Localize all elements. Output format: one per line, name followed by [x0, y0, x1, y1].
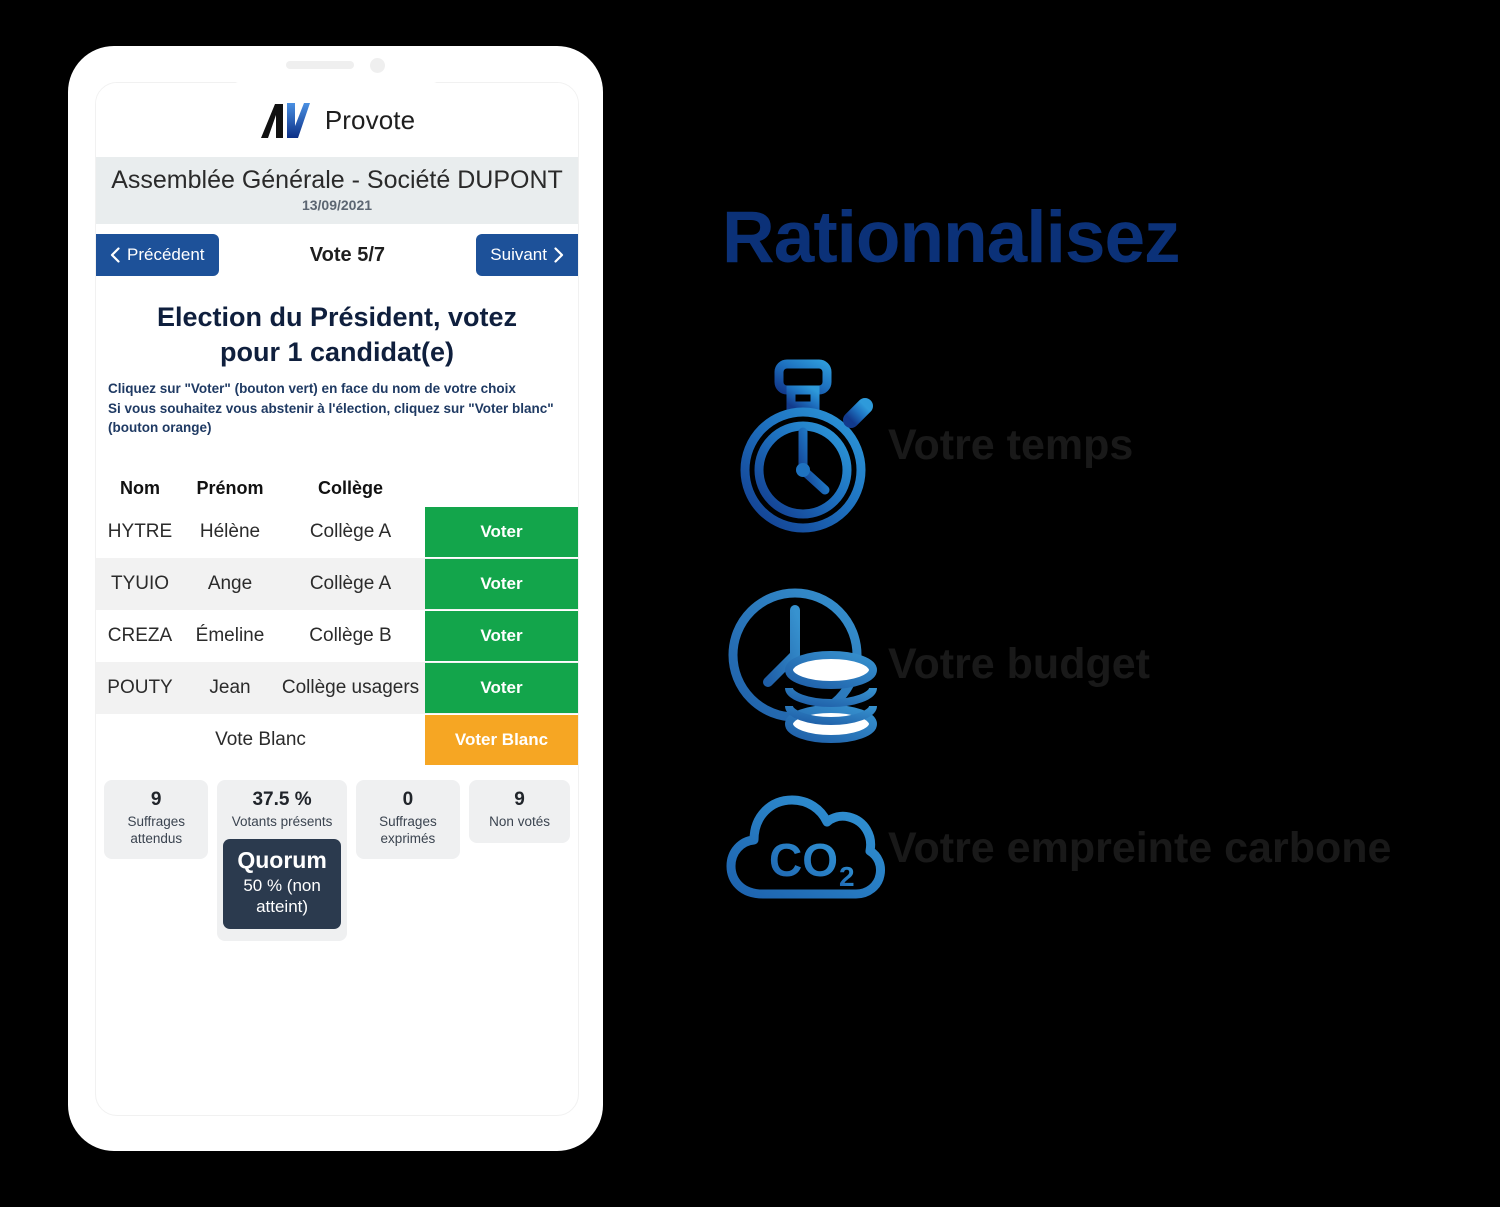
table-header-row: Nom Prénom Collège — [96, 472, 578, 506]
marketing-panel: Rationnalisez Votre temps Votre budget C… — [700, 0, 1500, 1207]
stat-label: Suffrages attendus — [127, 813, 185, 846]
stat-label: Non votés — [489, 813, 550, 829]
candidate-college: Collège A — [309, 572, 392, 594]
vote-button[interactable]: Voter — [425, 506, 578, 557]
blank-vote-row: Vote Blanc Voter Blanc — [96, 714, 578, 766]
quorum-detail: 50 % (non atteint) — [243, 875, 321, 916]
previous-vote-label: Précédent — [127, 245, 205, 264]
candidate-nom: CREZA — [107, 624, 173, 646]
meeting-header: Assemblée Générale - Société DUPONT 13/0… — [96, 157, 578, 224]
chevron-left-icon — [110, 247, 120, 263]
front-camera-icon — [370, 57, 385, 73]
panel-headline: Rationnalisez — [722, 197, 1181, 278]
candidate-prenom: Émeline — [195, 624, 265, 646]
feature-votre-temps: Votre temps — [718, 358, 1133, 533]
column-header-action — [425, 472, 578, 506]
stat-label: Votants présents — [231, 813, 333, 829]
vote-button[interactable]: Voter — [425, 610, 578, 661]
stat-label: Suffrages exprimés — [379, 813, 437, 846]
instruction-line-3: (bouton orange) — [108, 420, 212, 436]
candidate-nom: POUTY — [107, 676, 173, 698]
svg-text:2: 2 — [839, 861, 855, 892]
next-vote-button[interactable]: Suivant — [476, 234, 578, 276]
table-row: CREZA Émeline Collège B Voter — [96, 610, 578, 662]
candidate-nom: TYUIO — [110, 572, 170, 594]
quorum-title: Quorum — [237, 846, 327, 873]
phone-mockup: Provote Assemblée Générale - Société DUP… — [68, 46, 603, 1151]
stat-value: 9 — [514, 788, 525, 810]
vote-button[interactable]: Voter — [425, 662, 578, 713]
candidate-college: Collège B — [309, 624, 392, 646]
quorum-badge: Quorum 50 % (non atteint) — [223, 838, 341, 930]
candidate-nom: HYTRE — [107, 520, 173, 542]
svg-text:CO: CO — [769, 834, 838, 886]
table-row: TYUIO Ange Collège A Voter — [96, 557, 578, 610]
candidate-prenom: Ange — [207, 572, 253, 594]
meeting-title: Assemblée Générale - Société DUPONT — [106, 166, 568, 195]
phone-screen: Provote Assemblée Générale - Société DUP… — [95, 82, 579, 1116]
co2-cloud-icon: CO 2 — [718, 786, 888, 911]
feature-label: Votre budget — [888, 640, 1150, 688]
instruction-line-2: Si vous souhaitez vous abstenir à l'élec… — [108, 400, 554, 416]
column-header-prenom: Prénom — [196, 478, 264, 499]
stat-card-suffrages-exprimes: 0 Suffrages exprimés — [355, 779, 461, 860]
column-header-nom: Nom — [120, 478, 160, 499]
instruction-line-1: Cliquez sur "Voter" (bouton vert) en fac… — [108, 381, 516, 397]
vote-instructions: Cliquez sur "Voter" (bouton vert) en fac… — [96, 373, 578, 438]
previous-vote-button[interactable]: Précédent — [96, 234, 219, 276]
vote-button[interactable]: Voter — [425, 558, 578, 609]
app-title: Provote — [324, 104, 416, 135]
feature-label: Votre empreinte carbone — [888, 824, 1392, 872]
vote-statistics: 9 Suffrages attendus 37.5 % Votants prés… — [96, 766, 578, 942]
column-header-college: Collège — [317, 478, 383, 499]
company-name: Société DUPONT — [366, 166, 563, 194]
stat-card-suffrages-attendus: 9 Suffrages attendus — [104, 779, 209, 860]
clock-coins-icon — [718, 582, 888, 747]
vote-counter: Vote 5/7 — [309, 243, 385, 266]
meeting-date: 13/09/2021 — [301, 197, 373, 213]
stat-card-votants-presents: 37.5 % Votants présents Quorum 50 % (non… — [217, 779, 347, 942]
candidate-college: Collège A — [309, 520, 392, 542]
feature-empreinte-carbone: CO 2 Votre empreinte carbone — [718, 786, 1391, 911]
stat-value: 9 — [150, 788, 162, 810]
candidate-college: Collège usagers — [281, 676, 420, 698]
vote-blank-button[interactable]: Voter Blanc — [425, 714, 578, 765]
stat-value: 0 — [402, 788, 414, 810]
stopwatch-icon — [718, 358, 888, 533]
candidate-prenom: Jean — [209, 676, 251, 698]
candidate-prenom: Hélène — [199, 520, 261, 542]
table-row: POUTY Jean Collège usagers Voter — [96, 661, 578, 714]
stat-value: 37.5 % — [252, 788, 312, 810]
chevron-right-icon — [554, 247, 564, 263]
speaker-grille-icon — [286, 61, 354, 69]
phone-notch — [223, 46, 448, 84]
provote-logo-icon — [259, 101, 311, 139]
stat-card-non-votes: 9 Non votés — [469, 779, 570, 843]
table-row: HYTRE Hélène Collège A Voter — [96, 506, 578, 558]
candidates-table: Nom Prénom Collège HYTRE Hélène Collège … — [96, 472, 578, 766]
app-bar: Provote — [96, 83, 578, 157]
feature-votre-budget: Votre budget — [718, 582, 1150, 747]
next-vote-label: Suivant — [490, 245, 547, 264]
vote-question: Election du Président, votez pour 1 cand… — [156, 302, 518, 367]
blank-vote-label: Vote Blanc — [215, 728, 306, 750]
vote-navigation: Précédent Vote 5/7 Suivant — [96, 224, 578, 286]
feature-label: Votre temps — [888, 421, 1134, 469]
assembly-name: Assemblée Générale - — [111, 166, 367, 194]
